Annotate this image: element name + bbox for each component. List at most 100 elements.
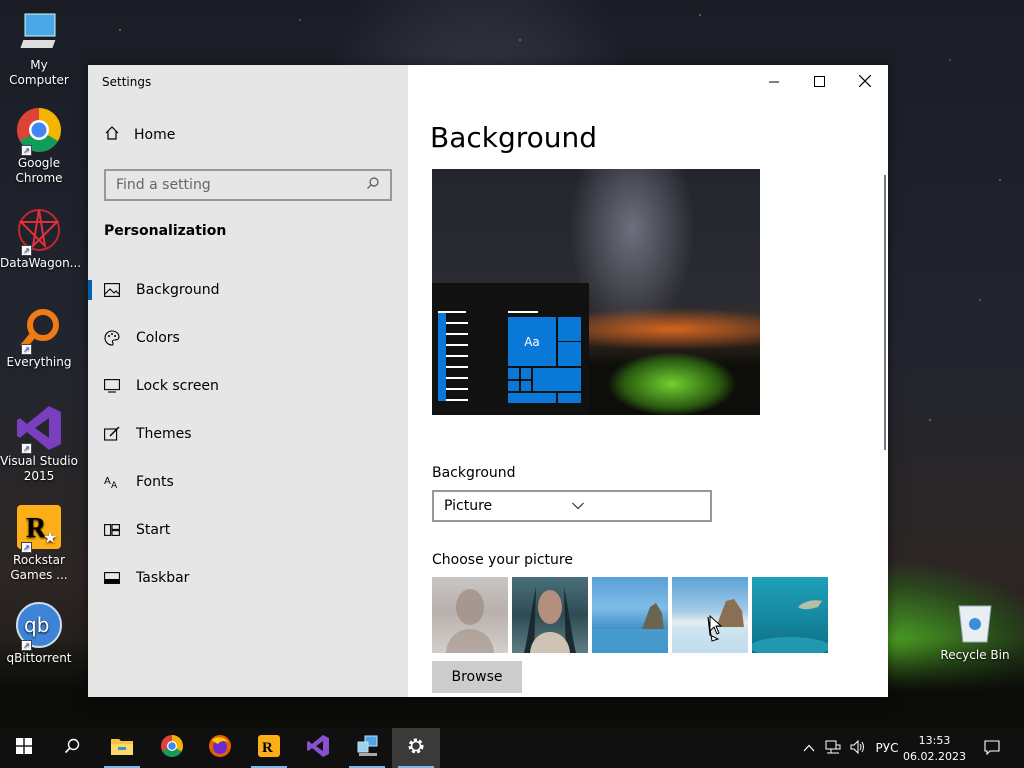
- recycle-bin-label: Recycle Bin: [940, 648, 1010, 662]
- sidebar-item-label: Taskbar: [136, 570, 190, 586]
- visual-studio-icon: [306, 734, 330, 762]
- settings-window: Settings Home Find a setting Personaliza…: [88, 65, 888, 697]
- fonts-icon: AA: [104, 474, 120, 490]
- sidebar-item-themes[interactable]: Themes: [88, 412, 408, 456]
- minimize-icon: [769, 72, 779, 91]
- clock[interactable]: 13:53 06.02.2023: [903, 733, 966, 765]
- datawagon-icon: ↗: [15, 206, 63, 256]
- clock-date: 06.02.2023: [903, 750, 966, 763]
- svg-text:qb: qb: [24, 613, 49, 637]
- taskbar-firefox[interactable]: [196, 728, 244, 768]
- picture-thumbnail[interactable]: [752, 577, 828, 653]
- picture-thumbnail[interactable]: [512, 577, 588, 653]
- sidebar-item-start[interactable]: Start: [88, 508, 408, 552]
- settings-content: Background Aa Background Picture Choose …: [408, 65, 888, 697]
- chrome-icon: ↗: [15, 106, 63, 156]
- scrollbar[interactable]: [884, 175, 886, 450]
- desktop-icon-google-chrome[interactable]: ↗ Google Chrome: [0, 106, 78, 186]
- computer-icon: [15, 8, 63, 56]
- folder-icon: [110, 736, 134, 760]
- desktop-icon-label: Everything: [6, 355, 72, 369]
- browse-button[interactable]: Browse: [432, 661, 522, 693]
- desktop-icon-label: DataWagon...: [0, 256, 82, 270]
- nav-home-label: Home: [134, 127, 176, 143]
- picture-thumbnail[interactable]: [592, 577, 668, 653]
- sidebar-item-label: Start: [136, 522, 171, 538]
- qbittorrent-icon: qb ↗: [15, 601, 63, 651]
- sidebar-item-background[interactable]: Background: [88, 268, 408, 312]
- desktop-icon-label: Google Chrome: [15, 156, 63, 185]
- close-button[interactable]: [842, 65, 888, 97]
- taskbar-icon: [104, 570, 120, 586]
- home-icon: [104, 125, 120, 145]
- taskbar: R РУС 13:53 06.02.2023: [0, 728, 1024, 768]
- themes-icon: [104, 426, 120, 442]
- show-hidden-icons-button[interactable]: [800, 728, 818, 768]
- sidebar-item-colors[interactable]: Colors: [88, 316, 408, 360]
- background-preview: Aa: [432, 169, 760, 415]
- start-button[interactable]: [0, 728, 48, 768]
- background-label: Background: [432, 465, 516, 481]
- desktop-icon-recycle-bin[interactable]: Recycle Bin: [938, 600, 1012, 662]
- firefox-icon: [208, 734, 232, 762]
- lock-screen-icon: [104, 378, 120, 394]
- preview-start-menu: Aa: [432, 283, 589, 415]
- sidebar-item-lock-screen[interactable]: Lock screen: [88, 364, 408, 408]
- palette-icon: [104, 330, 120, 346]
- sidebar-item-label: Themes: [136, 426, 192, 442]
- desktop-icon-rockstar[interactable]: R ★ ↗ Rockstar Games ...: [0, 503, 78, 583]
- taskbar-file-explorer[interactable]: [98, 728, 146, 768]
- desktop-icon-visual-studio[interactable]: ↗ Visual Studio 2015: [0, 404, 78, 484]
- speaker-icon: [849, 739, 865, 758]
- desktop-icon-label: Rockstar Games ...: [10, 553, 68, 582]
- recycle-bin-icon: [955, 600, 995, 644]
- search-button[interactable]: [48, 728, 96, 768]
- network-tray-button[interactable]: [822, 728, 844, 768]
- desktop-icon-everything[interactable]: ↗ Everything: [0, 305, 78, 370]
- desktop-icon-label: My Computer: [9, 58, 69, 87]
- svg-text:R: R: [262, 740, 273, 756]
- everything-icon: ↗: [15, 305, 63, 355]
- desktop-icon-datawagon[interactable]: ↗ DataWagon...: [0, 206, 82, 271]
- sidebar-item-fonts[interactable]: AA Fonts: [88, 460, 408, 504]
- window-title: Settings: [102, 75, 152, 89]
- nav-home[interactable]: Home: [104, 125, 175, 145]
- taskbar-chrome[interactable]: [148, 728, 196, 768]
- action-center-button[interactable]: [978, 728, 1006, 768]
- mouse-cursor-icon: [709, 614, 723, 639]
- sidebar-item-label: Lock screen: [136, 378, 219, 394]
- desktop-icon-label: qBittorrent: [6, 651, 72, 665]
- maximize-button[interactable]: [796, 65, 842, 97]
- sidebar-item-label: Background: [136, 282, 220, 298]
- chevron-up-icon: [803, 741, 815, 755]
- search-icon: [366, 176, 380, 194]
- language-indicator[interactable]: РУС: [870, 728, 904, 768]
- background-dropdown[interactable]: Picture: [432, 490, 712, 522]
- svg-text:★: ★: [43, 528, 57, 547]
- settings-sidebar: Settings Home Find a setting Personaliza…: [88, 65, 408, 697]
- svg-text:A: A: [111, 481, 118, 489]
- maximize-icon: [813, 72, 825, 91]
- visual-studio-icon: ↗: [15, 404, 63, 454]
- taskbar-rockstar[interactable]: R: [245, 728, 293, 768]
- picture-thumbnail[interactable]: [432, 577, 508, 653]
- notification-icon: [984, 739, 1000, 758]
- taskbar-visual-studio[interactable]: [294, 728, 342, 768]
- close-icon: [858, 72, 872, 91]
- sidebar-item-label: Colors: [136, 330, 180, 346]
- search-input[interactable]: Find a setting: [104, 169, 392, 201]
- taskbar-network-app[interactable]: [343, 728, 391, 768]
- sidebar-item-taskbar[interactable]: Taskbar: [88, 556, 408, 600]
- section-heading: Personalization: [104, 223, 227, 239]
- sidebar-item-label: Fonts: [136, 474, 174, 490]
- chevron-down-icon: [572, 498, 700, 514]
- taskbar-settings[interactable]: [392, 728, 440, 768]
- desktop-icon-qbittorrent[interactable]: qb ↗ qBittorrent: [0, 601, 78, 666]
- windows-logo-icon: [16, 738, 32, 758]
- rockstar-icon: R: [257, 734, 281, 762]
- picture-icon: [104, 282, 120, 298]
- minimize-button[interactable]: [751, 65, 797, 97]
- desktop-icon-my-computer[interactable]: My Computer: [0, 8, 78, 88]
- choose-picture-label: Choose your picture: [432, 552, 573, 568]
- volume-tray-button[interactable]: [846, 728, 868, 768]
